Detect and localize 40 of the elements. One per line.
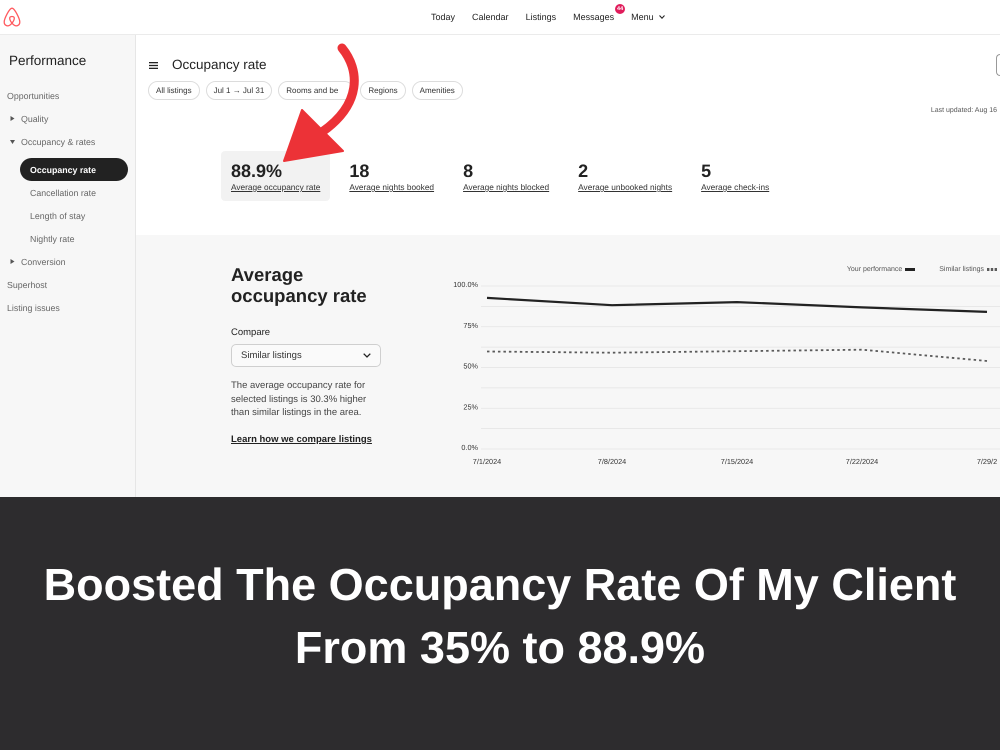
legend-dots-icon — [987, 268, 997, 270]
page-title: Occupancy rate — [172, 57, 267, 73]
menu-icon[interactable] — [149, 62, 158, 68]
legend-line-icon — [905, 268, 916, 270]
nav-link[interactable]: Listings — [526, 12, 556, 22]
nav-link[interactable]: Calendar — [472, 12, 509, 22]
logo-icon[interactable] — [3, 7, 21, 27]
description-text: The average occupancy rate for selected listings is 30.3% higher than similar listings in the area. — [231, 379, 368, 420]
compare-link[interactable]: Learn how we compare listings — [231, 434, 372, 446]
filter-chip[interactable]: Regions — [360, 81, 406, 100]
sidebar-item[interactable]: Occupancy rate — [20, 158, 128, 181]
button-edge[interactable] — [996, 54, 1000, 76]
sidebar-item[interactable]: Quality — [0, 107, 135, 130]
stat-tab[interactable]: 2 Average unbooked nights — [568, 151, 682, 201]
sidebar-item[interactable]: Occupancy & rates — [0, 130, 135, 153]
chevron-down-icon — [363, 353, 371, 358]
nav-link[interactable]: Messages — [573, 12, 614, 22]
sidebar-item[interactable]: Length of stay — [20, 204, 128, 227]
filter-chip[interactable]: All listings — [148, 81, 200, 100]
stat-tab[interactable]: 8 Average nights blocked — [453, 151, 560, 201]
stat-tab[interactable]: 88.9% Average occupancy rate — [221, 151, 330, 201]
stat-tab[interactable]: 5 Average check-ins — [691, 151, 780, 201]
filter-chip[interactable]: Amenities — [412, 81, 463, 100]
compare-dropdown[interactable]: Similar listings — [231, 344, 381, 367]
stat-tab[interactable]: 18 Average nights booked — [339, 151, 444, 201]
sidebar-item[interactable]: Superhost — [0, 273, 135, 296]
sidebar-item[interactable]: Nightly rate — [20, 227, 128, 250]
chevron-down-icon — [658, 15, 665, 19]
filter-chip[interactable]: Jul 1 → Jul 31 — [206, 81, 272, 100]
sidebar-item[interactable]: Cancellation rate — [20, 181, 128, 204]
sidebar-item[interactable]: Conversion — [0, 250, 135, 273]
sidebar-title: Performance — [8, 53, 88, 69]
menu-button[interactable]: Menu — [631, 12, 665, 22]
section-title: Average occupancy rate — [231, 264, 368, 306]
sidebar-item[interactable]: Listing issues — [0, 296, 135, 319]
sidebar-item[interactable]: Opportunities — [0, 84, 135, 107]
caption-line: Boosted The Occupancy Rate Of My Client — [44, 558, 956, 612]
caption-line: From 35% to 88.9% — [294, 621, 706, 675]
compare-label: Compare — [231, 327, 272, 339]
nav-link[interactable]: Today — [431, 12, 456, 22]
